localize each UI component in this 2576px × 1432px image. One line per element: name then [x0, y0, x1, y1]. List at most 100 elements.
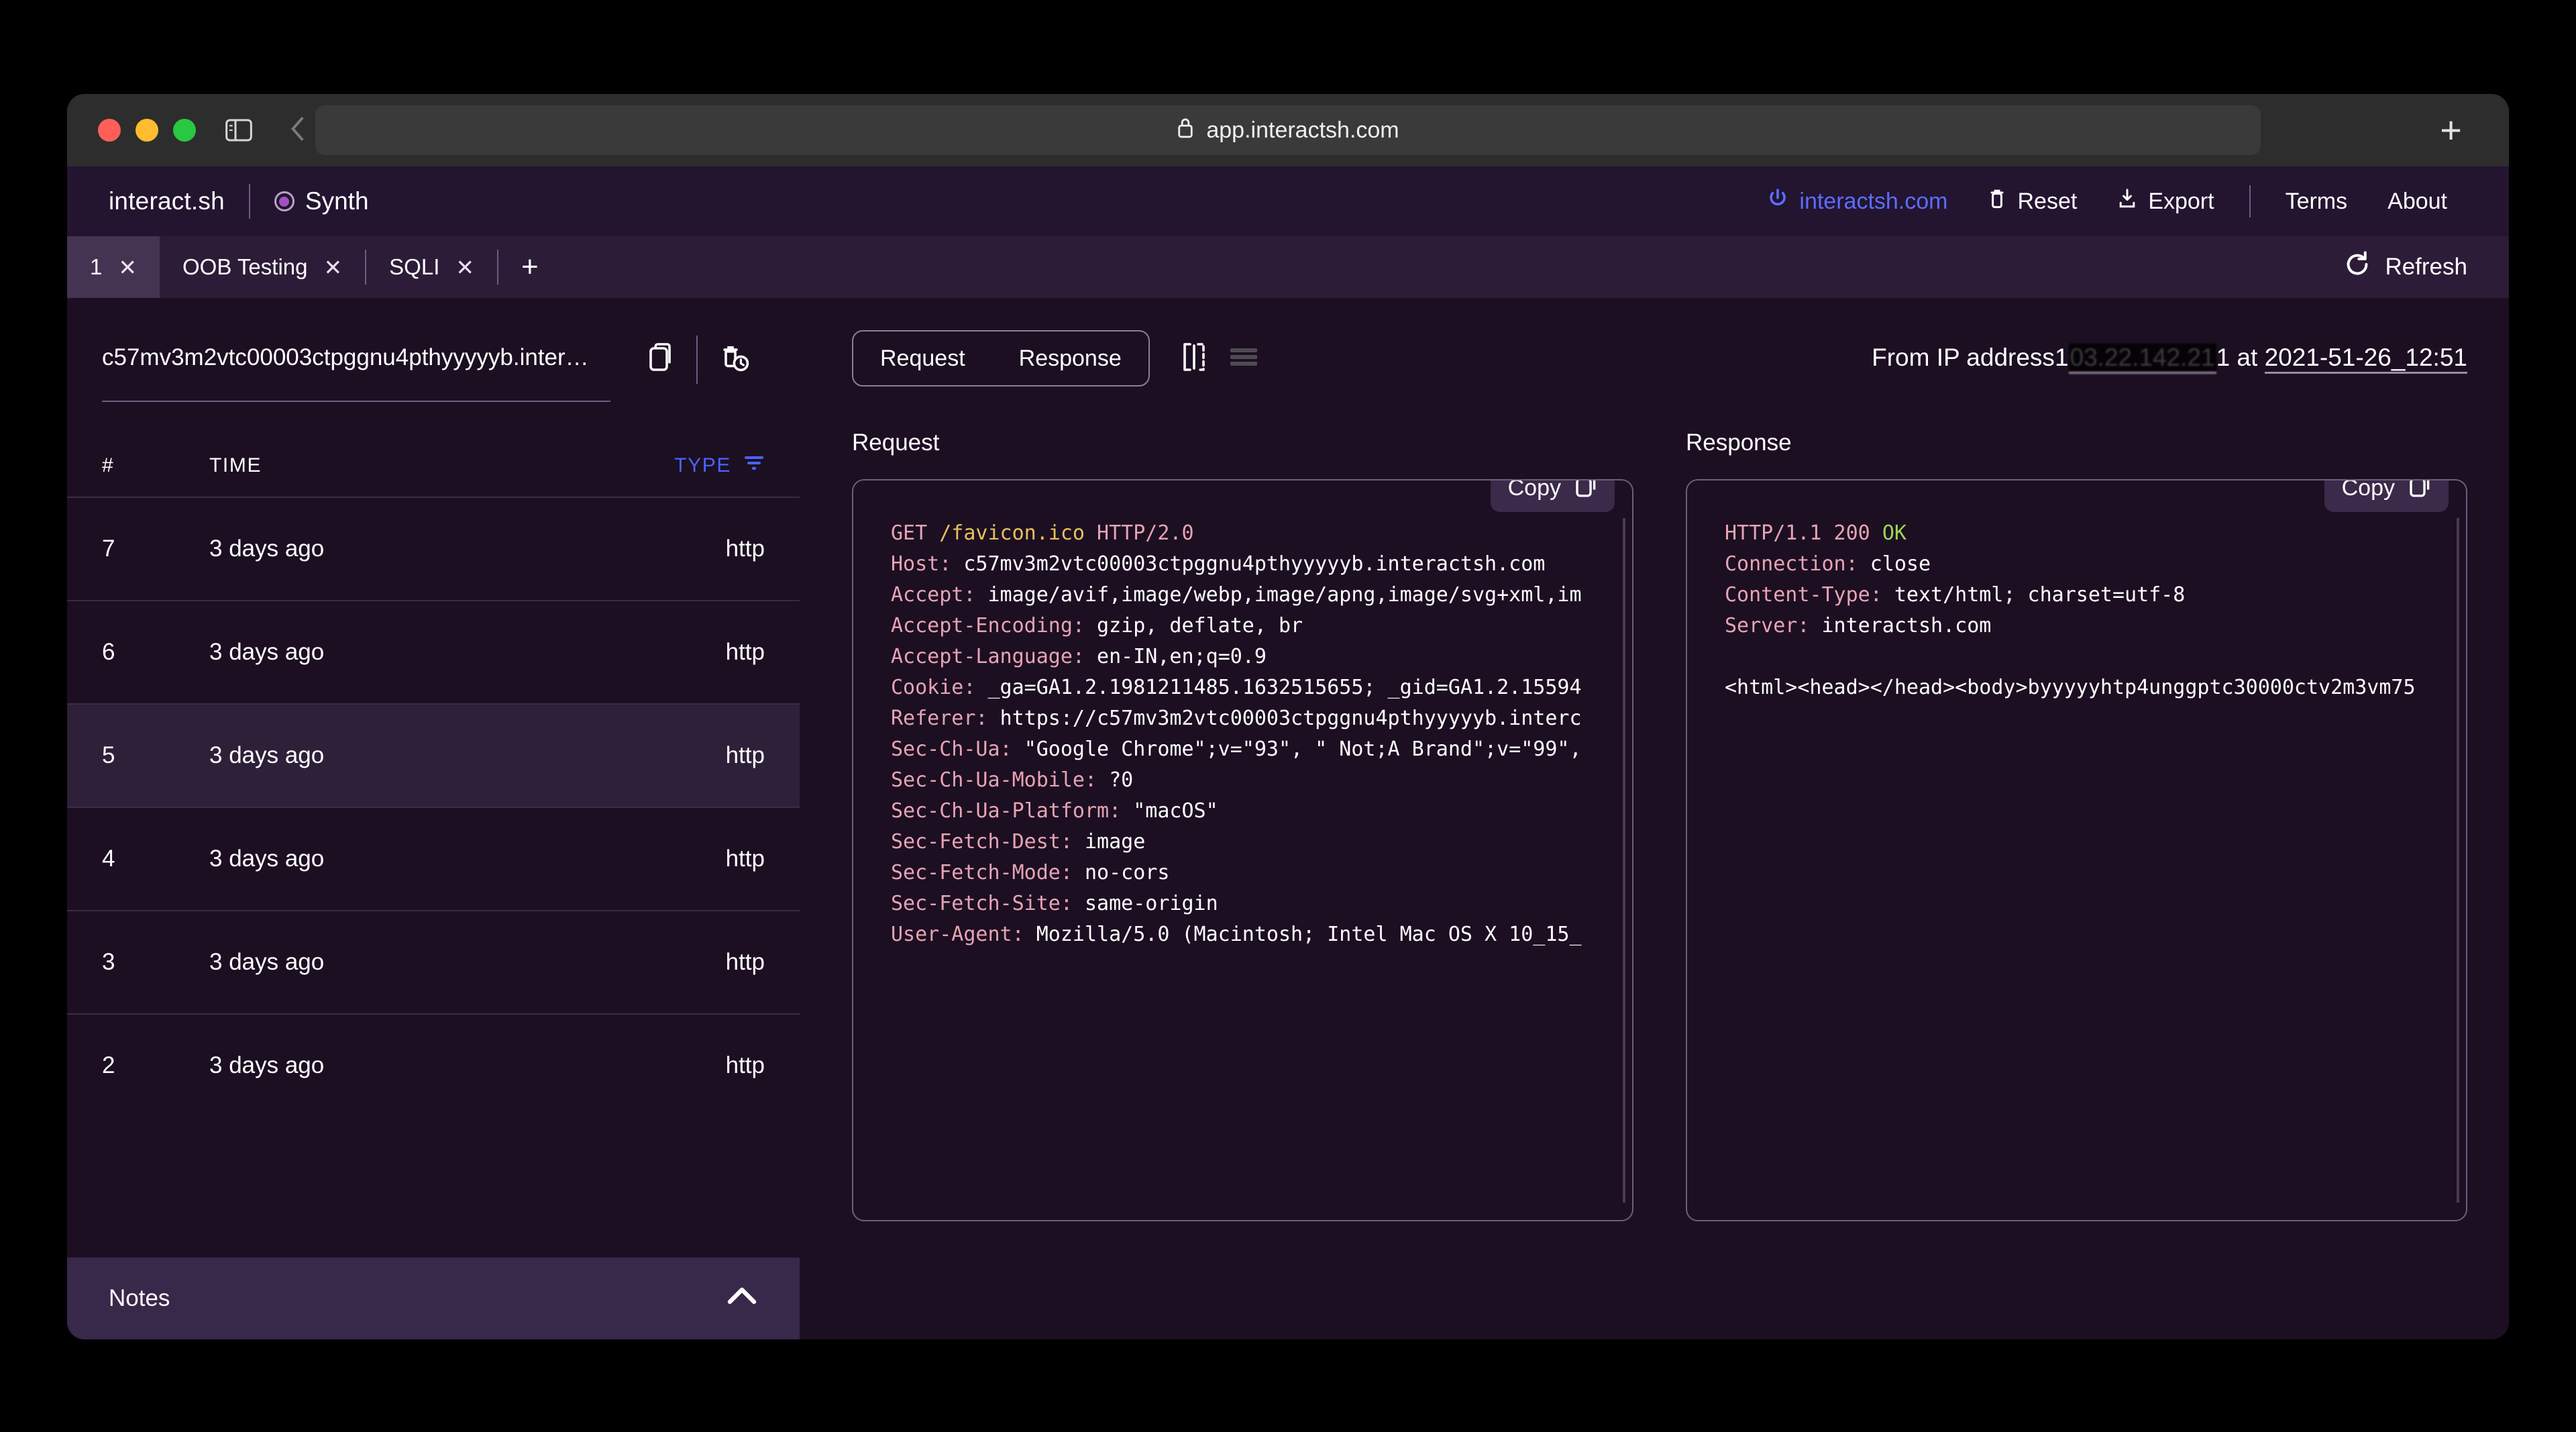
address-bar[interactable]: app.interactsh.com	[315, 105, 2261, 155]
session-tab-bar: 1 ✕ OOB Testing ✕ SQLI ✕ + Refresh	[67, 236, 2509, 298]
response-scrollbar[interactable]	[2457, 518, 2459, 1203]
table-row[interactable]: 6 3 days ago http	[67, 600, 800, 703]
session-tab-sqli-close-icon[interactable]: ✕	[455, 254, 474, 280]
session-tab-sqli[interactable]: SQLI ✕	[366, 236, 497, 298]
copy-request-label: Copy	[1507, 479, 1561, 501]
window-controls[interactable]	[98, 119, 196, 142]
payload-url-row: c57mv3m2vtc00003ctpggnu4pthyyyyyb.inter…	[67, 298, 800, 411]
table-row[interactable]: 7 3 days ago http	[67, 497, 800, 600]
synth-indicator[interactable]: Synth	[274, 187, 369, 215]
request-header-key: Accept-Encoding:	[891, 614, 1097, 637]
close-window-button[interactable]	[98, 119, 121, 142]
request-scrollbar[interactable]	[1623, 518, 1625, 1203]
request-header-key: Sec-Fetch-Dest:	[891, 830, 1085, 854]
request-version: HTTP/2.0	[1085, 521, 1194, 545]
about-link[interactable]: About	[2367, 189, 2467, 215]
row-type: http	[725, 1052, 765, 1078]
request-header-value: Mozilla/5.0 (Macintosh; Intel Mac OS X 1…	[1036, 923, 1582, 946]
source-prefix: From IP address	[1872, 343, 2055, 371]
reset-button[interactable]: Reset	[1968, 187, 2097, 216]
response-header-key: Content-Type:	[1725, 583, 1894, 607]
download-icon	[2117, 187, 2137, 216]
reset-label: Reset	[2017, 188, 2078, 214]
split-view-icon[interactable]	[1181, 342, 1208, 376]
new-tab-button[interactable]: +	[2440, 111, 2462, 149]
session-tab-1-label: 1	[90, 254, 103, 279]
response-header-key: Connection:	[1725, 552, 1870, 576]
maximize-window-button[interactable]	[173, 119, 196, 142]
request-code-box[interactable]: Copy GET /favicon.ico HTTP/2.0 Host: c57…	[852, 479, 1633, 1221]
export-label: Export	[2148, 188, 2214, 214]
column-header-type[interactable]: TYPE	[674, 454, 765, 478]
session-tab-1-close-icon[interactable]: ✕	[118, 254, 137, 280]
app-brand[interactable]: interact.sh	[109, 187, 225, 215]
delete-history-icon[interactable]	[706, 343, 765, 404]
refresh-label: Refresh	[2385, 254, 2467, 280]
response-raw-text: HTTP/1.1 200 OK Connection: close Conten…	[1725, 518, 2466, 703]
add-session-tab-button[interactable]: +	[498, 236, 561, 298]
refresh-button[interactable]: Refresh	[2302, 236, 2509, 298]
column-header-type-label: TYPE	[674, 454, 731, 476]
interactions-sidebar: c57mv3m2vtc00003ctpggnu4pthyyyyyb.inter……	[67, 298, 800, 1339]
row-time: 3 days ago	[209, 846, 325, 872]
response-status-line: HTTP/1.1 200	[1725, 521, 1882, 545]
interactsh-domain-link[interactable]: interactsh.com	[1747, 187, 1968, 216]
table-row[interactable]: 2 3 days ago http	[67, 1013, 800, 1117]
response-code-box[interactable]: Copy HTTP/1.1 200 OK Connection: close C…	[1686, 479, 2467, 1221]
header-actions: interactsh.com Reset Export Terms About	[1747, 185, 2467, 217]
header-divider	[2249, 185, 2251, 217]
tab-response[interactable]: Response	[992, 346, 1148, 372]
row-type: http	[725, 742, 765, 768]
minimize-window-button[interactable]	[136, 119, 158, 142]
row-type: http	[725, 949, 765, 975]
request-header-value: image/avif,image/webp,image/apng,image/s…	[987, 583, 1582, 607]
filter-icon[interactable]	[743, 454, 765, 478]
source-timestamp: 2021-51-26_12:51	[2264, 344, 2467, 374]
session-tab-oob-testing-close-icon[interactable]: ✕	[324, 254, 343, 280]
row-index: 4	[102, 846, 115, 872]
request-header-value: "macOS"	[1133, 799, 1218, 823]
brand-divider	[248, 184, 250, 219]
table-row[interactable]: 3 3 days ago http	[67, 910, 800, 1013]
request-header-key: Sec-Ch-Ua-Platform:	[891, 799, 1134, 823]
request-header-value: https://c57mv3m2vtc00003ctpggnu4pthyyyyy…	[1000, 707, 1582, 730]
back-chevron-icon[interactable]	[290, 115, 307, 146]
source-ip-visible-start: 1	[2054, 343, 2069, 371]
row-time: 3 days ago	[209, 1052, 325, 1078]
session-tab-oob-testing[interactable]: OOB Testing ✕	[160, 236, 365, 298]
response-header-value: text/html; charset=utf-8	[1894, 583, 2186, 607]
table-row[interactable]: 4 3 days ago http	[67, 807, 800, 910]
notes-panel-toggle[interactable]: Notes	[67, 1258, 800, 1339]
request-response-toggle[interactable]: Request Response	[852, 330, 1150, 387]
response-header-value: close	[1870, 552, 1931, 576]
request-header-value: en-IN,en;q=0.9	[1097, 645, 1267, 668]
refresh-icon	[2343, 250, 2371, 285]
payload-actions-divider	[696, 336, 698, 384]
row-index: 5	[102, 742, 115, 768]
export-button[interactable]: Export	[2097, 187, 2234, 216]
terms-link[interactable]: Terms	[2265, 189, 2368, 215]
copy-request-button[interactable]: Copy	[1490, 479, 1615, 512]
chevron-up-icon[interactable]	[726, 1285, 758, 1312]
response-header-key: Server:	[1725, 614, 1822, 637]
row-time: 3 days ago	[209, 949, 325, 975]
lock-icon	[1177, 117, 1194, 144]
session-tab-1[interactable]: 1 ✕	[67, 236, 160, 298]
request-raw-text: GET /favicon.ico HTTP/2.0 Host: c57mv3m2…	[891, 518, 1632, 950]
power-icon	[1767, 187, 1788, 216]
request-header-key: Sec-Ch-Ua-Mobile:	[891, 768, 1110, 792]
table-row-selected[interactable]: 5 3 days ago http	[67, 703, 800, 807]
copy-url-icon[interactable]	[632, 342, 688, 404]
list-view-icon[interactable]	[1229, 346, 1258, 372]
interactions-table-header: # TIME TYPE	[67, 411, 800, 497]
copy-response-button[interactable]: Copy	[2324, 480, 2449, 512]
payload-url[interactable]: c57mv3m2vtc00003ctpggnu4pthyyyyyb.inter…	[102, 344, 610, 402]
request-header-value: gzip, deflate, br	[1097, 614, 1303, 637]
sidebar-toggle-icon[interactable]	[225, 119, 252, 142]
synth-label: Synth	[305, 187, 369, 215]
copy-icon	[2408, 480, 2431, 504]
row-index: 3	[102, 949, 115, 975]
column-header-time: TIME	[209, 454, 262, 476]
tab-request[interactable]: Request	[853, 346, 992, 372]
row-time: 3 days ago	[209, 742, 325, 768]
